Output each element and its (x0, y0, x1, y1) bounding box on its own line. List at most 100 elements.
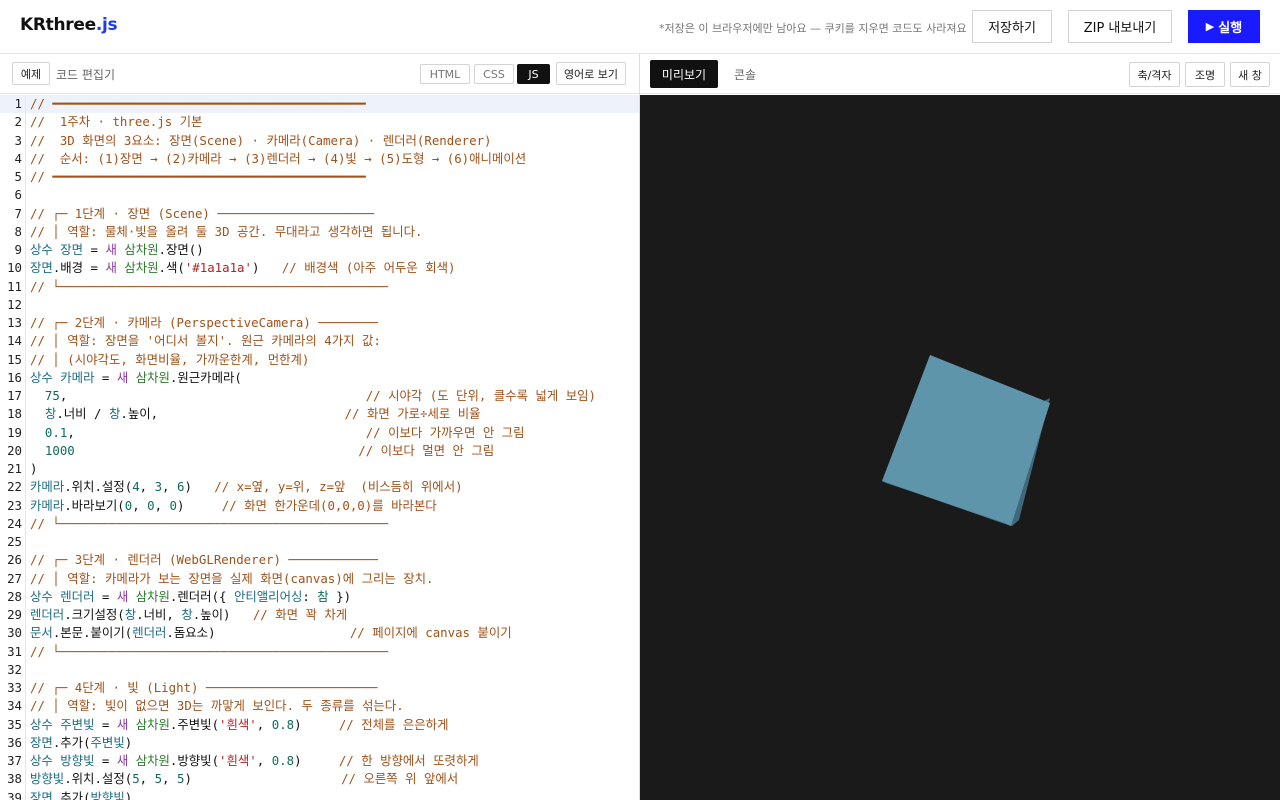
code-token: .원근카메라( (169, 369, 242, 385)
line-number: 2 (14, 114, 22, 130)
code-line[interactable]: 37 상수 방향빛 = 새 삼차원.방향빛('흰색', 0.8) // 한 방향에… (0, 752, 639, 770)
code-line[interactable]: 5 // ━━━━━━━━━━━━━━━━━━━━━━━━━━━━━━━━━━━━… (0, 168, 639, 186)
code-line[interactable]: 38 방향빛.위치.설정(5, 5, 5) // 오른쪽 위 앞에서 (0, 770, 639, 788)
code-line[interactable]: 9 상수 장면 = 새 삼차원.장면() (0, 241, 639, 259)
code-token: .추가( (52, 734, 91, 750)
tab-preview[interactable]: 미리보기 (650, 60, 718, 88)
code-line[interactable]: 36 장면.추가(주변빛) (0, 734, 639, 752)
line-number: 34 (7, 698, 22, 714)
code-token: 0 (169, 497, 177, 513)
code-token: , (139, 479, 155, 495)
code-line[interactable]: 11 // └──────────────────────────────────… (0, 278, 639, 296)
code-line[interactable]: 19 0.1, // 이보다 가까우면 안 그림 (0, 424, 639, 442)
code-line[interactable]: 26 // ┌─ 3단계 · 렌더러 (WebGLRenderer) ──────… (0, 551, 639, 569)
code-line[interactable]: 39 장면.추가(방향빛) (0, 789, 639, 800)
preview-canvas[interactable] (640, 95, 1280, 800)
code-token: 방향빛 (30, 771, 65, 787)
code-token: = (94, 369, 117, 385)
tab-html[interactable]: HTML (420, 64, 470, 84)
code-token: '흰색' (219, 716, 257, 732)
code-line[interactable]: 28 상수 렌더러 = 새 삼차원.렌더러({ 안티앨리어싱: 참 }) (0, 588, 639, 606)
code-line[interactable]: 27 // │ 역할: 카메라가 보는 장면을 실제 화면(canvas)에 그리… (0, 570, 639, 588)
tab-css[interactable]: CSS (474, 64, 514, 84)
code-token: ) (294, 753, 339, 768)
code-line[interactable]: 23 카메라.바라보기(0, 0, 0) // 화면 한가운데(0,0,0)를 바… (0, 497, 639, 515)
code-text: // └────────────────────────────────────… (30, 278, 388, 296)
code-token: .색( (158, 260, 185, 276)
code-text: 상수 주변빛 = 새 삼차원.주변빛('흰색', 0.8) // 전체를 은은하… (30, 716, 448, 734)
code-text: // │ 역할: 빛이 없으면 3D는 까맣게 보인다. 두 종류를 섞는다. (30, 697, 404, 715)
run-label: 실행 (1218, 21, 1243, 36)
english-view-button[interactable]: 영어로 보기 (556, 62, 626, 85)
code-line[interactable]: 6 (0, 186, 639, 204)
code-text: // 3D 화면의 3요소: 장면(Scene) · 카메라(Camera) ·… (30, 132, 492, 150)
code-line[interactable]: 21) (0, 460, 639, 478)
code-line[interactable]: 7 // ┌─ 1단계 · 장면 (Scene) ────────────────… (0, 205, 639, 223)
code-line[interactable]: 14 // │ 역할: 장면을 '어디서 볼지'. 원근 카메라의 4가지 값: (0, 332, 639, 350)
code-token: // └────────────────────────────────────… (30, 515, 389, 531)
code-line[interactable]: 24 // └──────────────────────────────────… (0, 515, 639, 533)
code-line[interactable]: 33 // ┌─ 4단계 · 빛 (Light) ────────────────… (0, 679, 639, 697)
code-line[interactable]: 32 (0, 661, 639, 679)
run-button[interactable]: ▶ 실행 (1188, 10, 1260, 43)
line-number: 16 (7, 369, 22, 385)
code-token: , (59, 388, 366, 403)
code-text: // │ 역할: 카메라가 보는 장면을 실제 화면(canvas)에 그리는 … (30, 570, 434, 588)
cube-front-face (882, 355, 1050, 526)
code-line[interactable]: 29 렌더러.크기설정(창.너비, 창.높이) // 화면 꽉 차게 (0, 606, 639, 624)
code-line[interactable]: 8 // │ 역할: 물체·빛을 올려 둘 3D 공간. 무대라고 생각하면 됩니… (0, 223, 639, 241)
code-token: // │ (시야각도, 화면비율, 가까운한계, 먼한계) (30, 351, 310, 367)
zip-export-button[interactable]: ZIP 내보내기 (1068, 10, 1172, 43)
tab-js[interactable]: JS (517, 64, 550, 84)
code-token: 주변빛 (90, 734, 125, 750)
code-token: 창 (124, 607, 137, 622)
line-number: 37 (7, 753, 22, 768)
code-token: , (139, 771, 155, 787)
code-line[interactable]: 15 // │ (시야각도, 화면비율, 가까운한계, 먼한계) (0, 351, 639, 369)
code-token: 4 (132, 479, 140, 495)
code-text: 장면.추가(방향빛) (30, 789, 132, 800)
code-token: 5 (154, 771, 163, 787)
line-number: 21 (7, 461, 22, 476)
code-line[interactable]: 30 문서.본문.붙이기(렌더러.돔요소) // 페이지에 canvas 붙이기 (0, 624, 639, 642)
code-token: 참 (317, 588, 329, 604)
code-token: // x=옆, y=위, z=앞 (비스듬히 위에서) (214, 479, 463, 495)
code-token: 0 (147, 497, 155, 513)
app-logo[interactable]: KRthree.js (20, 15, 118, 35)
axes-grid-button[interactable]: 축/격자 (1129, 62, 1180, 87)
code-token: ) (176, 497, 222, 513)
code-token: 삼차원 (135, 369, 170, 385)
example-button[interactable]: 예제 (12, 62, 50, 85)
new-window-button[interactable]: 새 창 (1230, 62, 1270, 87)
code-token: // 3D 화면의 3요소: 장면(Scene) · 카메라(Camera) ·… (30, 132, 492, 148)
code-line[interactable]: 10 장면.배경 = 새 삼차원.색('#1a1a1a') // 배경색 (아주 … (0, 259, 639, 277)
lighting-button[interactable]: 조명 (1185, 62, 1225, 87)
code-text: 렌더러.크기설정(창.너비, 창.높이) // 화면 꽉 차게 (30, 606, 347, 624)
code-line[interactable]: 31 // └──────────────────────────────────… (0, 643, 639, 661)
code-token: ) (184, 771, 342, 787)
code-line[interactable]: 1 // ━━━━━━━━━━━━━━━━━━━━━━━━━━━━━━━━━━━━… (0, 95, 639, 114)
code-line[interactable]: 13 // ┌─ 2단계 · 카메라 (PerspectiveCamera) ──… (0, 314, 639, 332)
editor-toolbar: 예제 코드 편집기 HTML CSS JS 영어로 보기 (0, 54, 639, 94)
tab-console[interactable]: 콘솔 (734, 66, 756, 83)
code-line[interactable]: 18 창.너비 / 창.높이, // 화면 가로÷세로 비율 (0, 405, 639, 423)
code-line[interactable]: 12 (0, 296, 639, 314)
code-editor[interactable]: 1 // ━━━━━━━━━━━━━━━━━━━━━━━━━━━━━━━━━━━━… (0, 95, 639, 800)
save-button[interactable]: 저장하기 (972, 10, 1052, 43)
code-line[interactable]: 35 상수 주변빛 = 새 삼차원.주변빛('흰색', 0.8) // 전체를 은… (0, 716, 639, 734)
code-line[interactable]: 16 상수 카메라 = 새 삼차원.원근카메라( (0, 369, 639, 387)
line-number: 36 (7, 734, 22, 750)
line-number: 8 (14, 223, 22, 239)
code-line[interactable]: 22 카메라.위치.설정(4, 3, 6) // x=옆, y=위, z=앞 (비… (0, 478, 639, 496)
code-line[interactable]: 17 75, // 시야각 (도 단위, 클수록 넓게 보임) (0, 387, 639, 405)
code-line[interactable]: 3 // 3D 화면의 3요소: 장면(Scene) · 카메라(Camera) … (0, 132, 639, 150)
code-text: // ┌─ 3단계 · 렌더러 (WebGLRenderer) ────────… (30, 551, 378, 569)
code-line[interactable]: 25 (0, 533, 639, 551)
code-line[interactable]: 4 // 순서: (1)장면 → (2)카메라 → (3)렌더러 → (4)빛 →… (0, 150, 639, 168)
code-line[interactable]: 20 1000 // 이보다 멀면 안 그림 (0, 442, 639, 460)
code-line[interactable]: 2 // 1주차 · three.js 기본 (0, 113, 639, 131)
code-token: 삼차원 (135, 753, 170, 768)
code-line[interactable]: 34 // │ 역할: 빛이 없으면 3D는 까맣게 보인다. 두 종류를 섞는다… (0, 697, 639, 715)
code-text: 0.1, // 이보다 가까우면 안 그림 (30, 424, 525, 442)
